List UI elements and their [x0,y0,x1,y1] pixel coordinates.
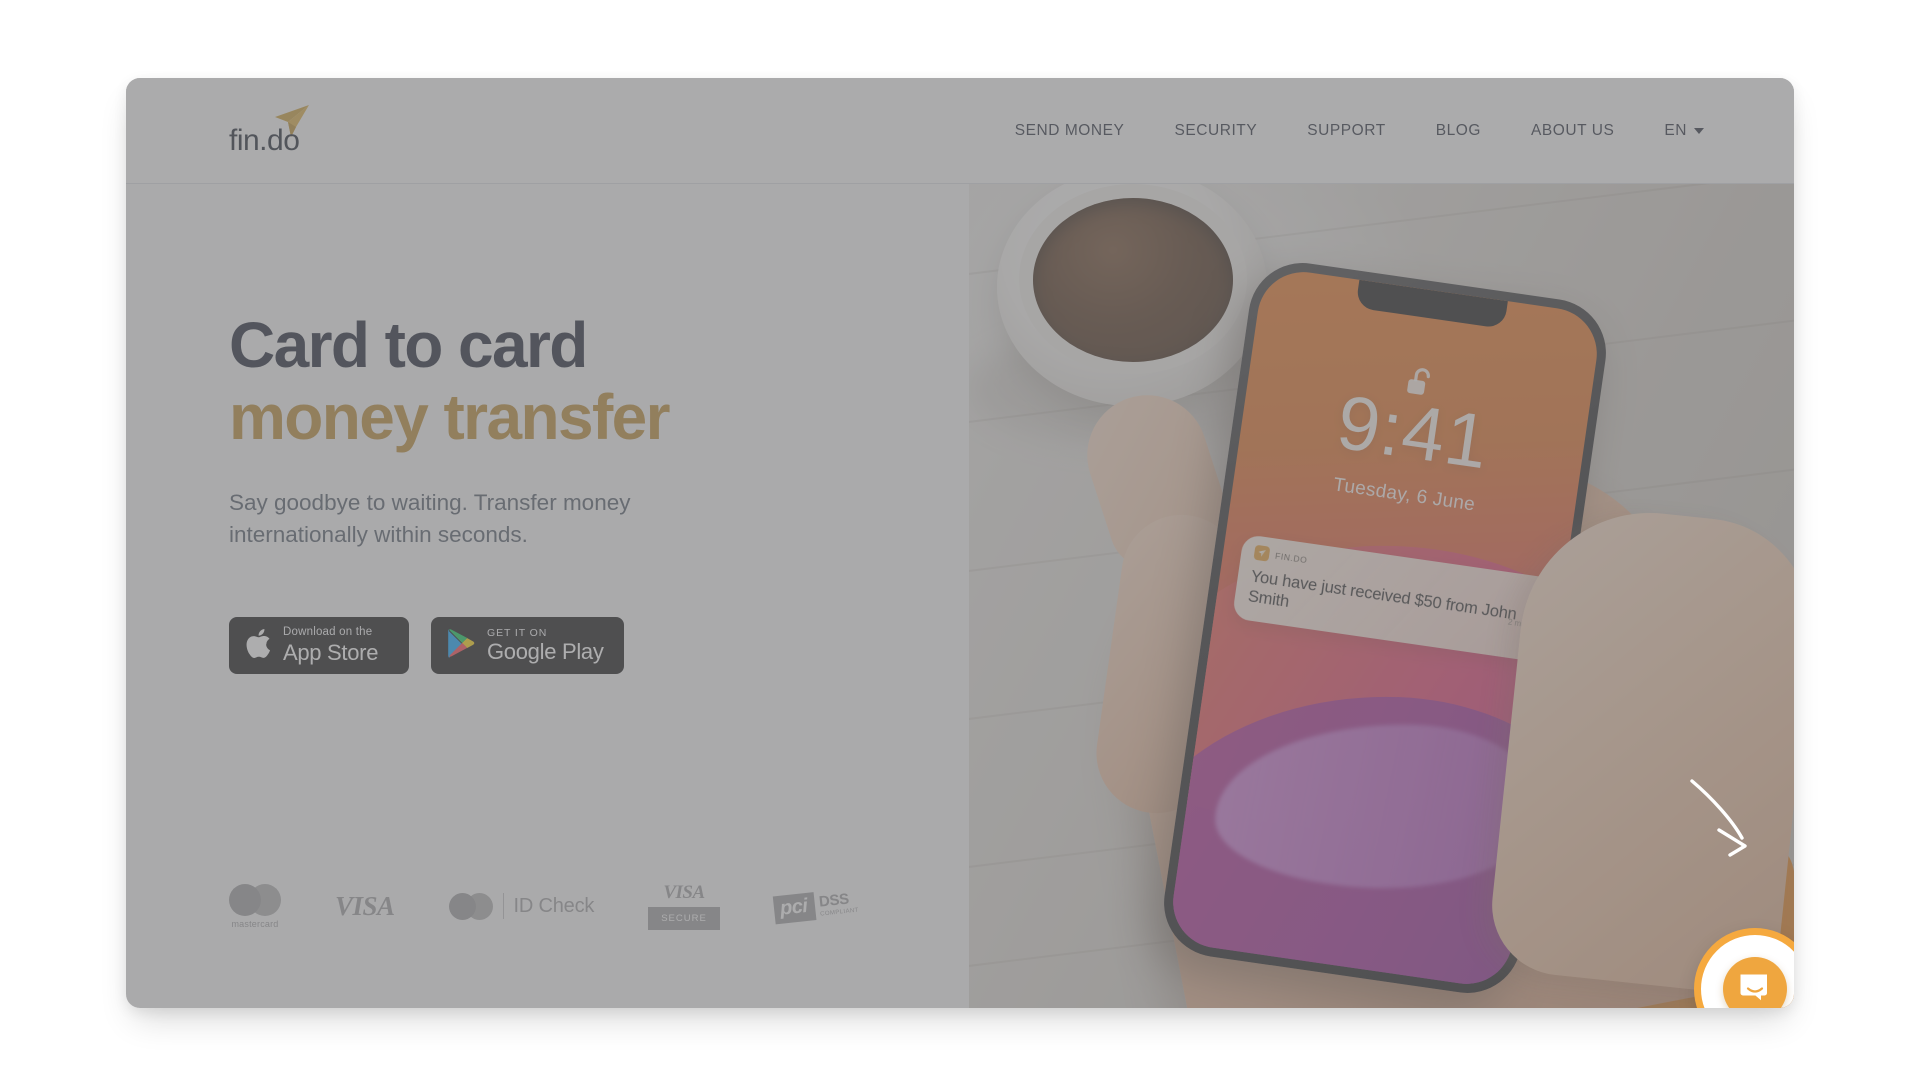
mastercard-id-check-logo: ID Check [448,892,595,920]
nav-item-support[interactable]: SUPPORT [1282,122,1411,140]
app-store-button[interactable]: Download on the App Store [229,617,409,675]
google-play-icon [447,628,475,664]
pci-mark: pci [772,892,817,925]
id-check-divider [502,893,504,919]
app-store-small-label: Download on the [283,626,373,639]
nav-item-about-us[interactable]: ABOUT US [1506,122,1639,140]
nav-item-security[interactable]: SECURITY [1149,122,1282,140]
visa-secure-logo: VISA SECURE [648,882,720,930]
findo-app-icon [1253,544,1271,562]
chat-bubble-icon [1738,970,1772,1009]
mastercard-circles-icon [229,883,281,916]
language-label: EN [1664,122,1687,139]
app-store-buttons: Download on the App Store GET IT ON Goog… [229,617,969,675]
nav-item-blog[interactable]: BLOG [1411,122,1506,140]
headline-line-2: money transfer [229,380,671,453]
id-check-label: ID Check [513,894,595,917]
hero-copy-column: Card to card money transfer Say goodbye … [126,184,969,1008]
pci-dss-logo: pci DSS COMPLIANT [772,888,859,925]
visa-logo: VISA [335,891,395,922]
visa-secure-label: SECURE [648,907,720,930]
main-navigation: SEND MONEY SECURITY SUPPORT BLOG ABOUT U… [990,78,1710,184]
visa-label: VISA [335,890,395,921]
id-check-circles-icon [448,892,493,920]
mastercard-logo: mastercard [229,883,281,929]
pci-dss-label: DSS [817,890,850,911]
page-title: Card to card money transfer [229,309,969,453]
app-store-big-label: App Store [283,639,379,665]
google-play-small-label: GET IT ON [487,626,548,639]
site-header: fin.do SEND MONEY SECURITY SUPPORT BLOG … [126,78,1794,184]
mastercard-label: mastercard [231,918,279,929]
apple-icon [245,628,271,664]
hero-section: Card to card money transfer Say goodbye … [126,184,1794,1008]
site-logo[interactable]: fin.do [229,104,339,162]
logo-text: fin.do [229,124,300,157]
chevron-down-icon [1694,128,1704,134]
language-selector[interactable]: EN [1639,122,1710,140]
google-play-big-label: Google Play [487,639,604,665]
payment-trust-badges: mastercard VISA ID Check VISA SECURE pci… [229,882,859,930]
coffee-liquid [1033,198,1233,362]
headline-line-1: Card to card [229,309,588,381]
notification-app-name: FIN.DO [1274,550,1309,565]
website-page-card: fin.do SEND MONEY SECURITY SUPPORT BLOG … [126,78,1794,1008]
google-play-button[interactable]: GET IT ON Google Play [431,617,624,675]
visa-secure-brand: VISA [663,882,705,903]
hero-photo: 9:41 Tuesday, 6 June FIN.DO You have jus… [969,184,1794,1008]
hero-subheading: Say goodbye to waiting. Transfer money i… [229,490,631,548]
nav-item-send-money[interactable]: SEND MONEY [990,122,1150,140]
screenshot-canvas: fin.do SEND MONEY SECURITY SUPPORT BLOG … [0,0,1920,1080]
chat-launcher-inner [1723,957,1787,1008]
